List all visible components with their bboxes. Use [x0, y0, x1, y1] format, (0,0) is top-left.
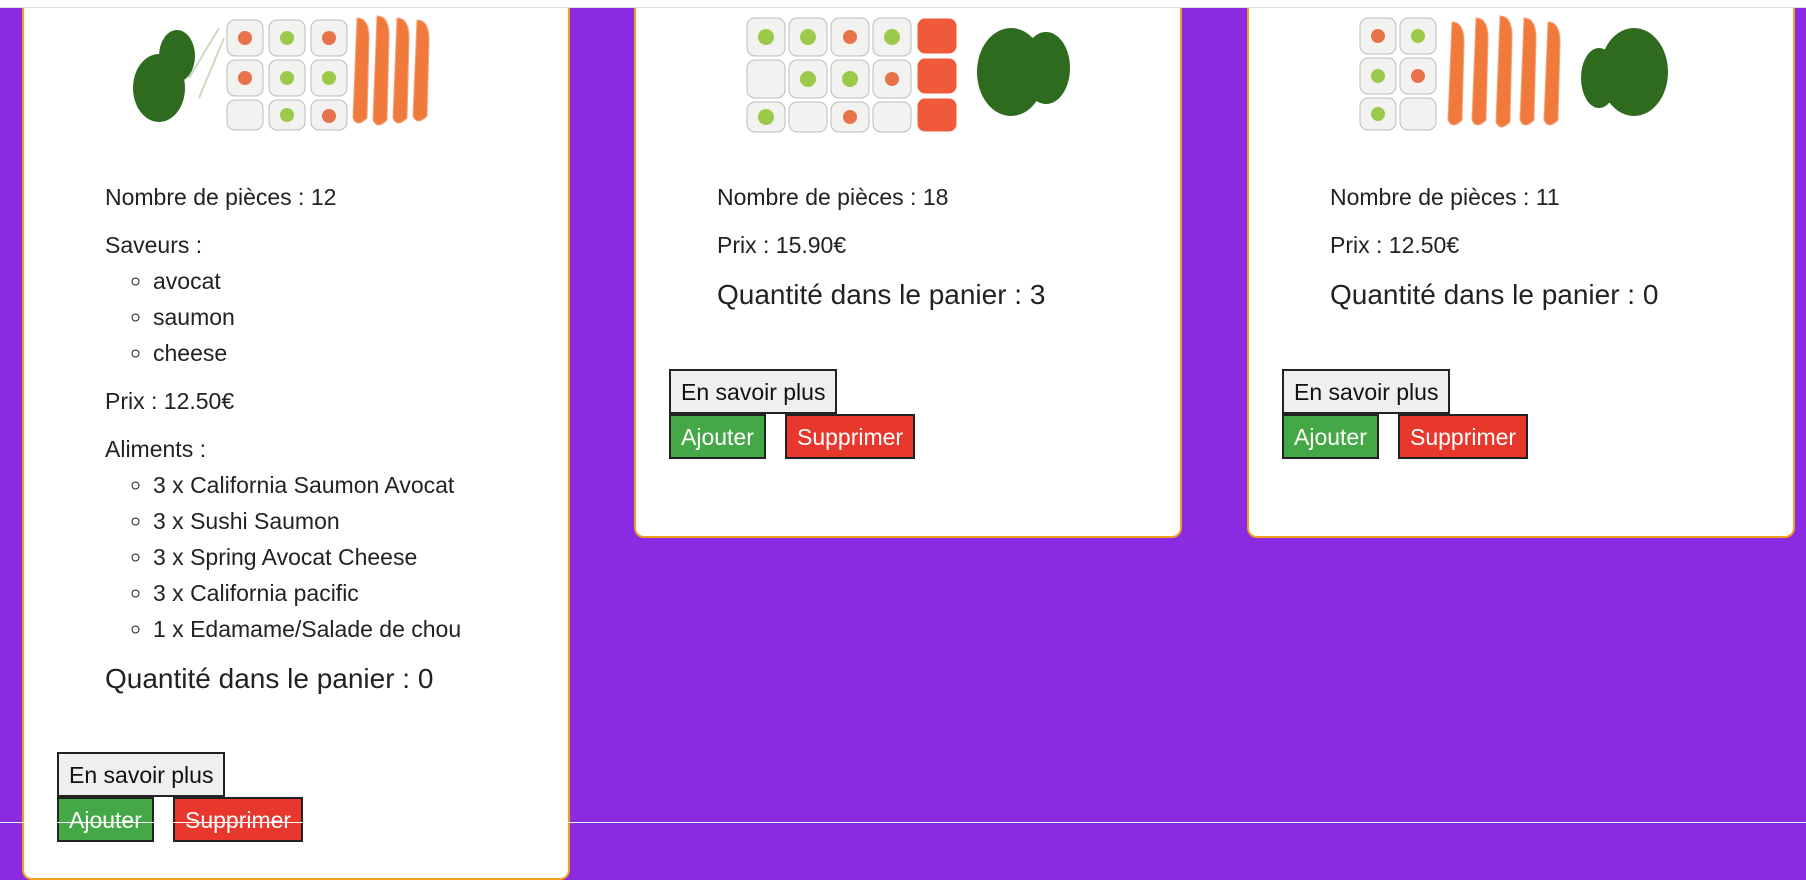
sushi-platter-icon — [746, 17, 1070, 133]
product-card: Nombre de pièces : 12 Saveurs : avocat s… — [22, 0, 570, 880]
list-item: cheese — [153, 335, 461, 371]
product-card: Nombre de pièces : 18 Prix : 15.90€ Quan… — [634, 0, 1182, 538]
foods-label: Aliments : — [105, 436, 206, 462]
more-info-button[interactable]: En savoir plus — [669, 369, 838, 414]
list-item: 3 x Spring Avocat Cheese — [153, 539, 461, 575]
foods-list: 3 x California Saumon Avocat 3 x Sushi S… — [105, 467, 461, 647]
delete-button[interactable]: Supprimer — [1398, 414, 1529, 459]
cart-quantity: Quantité dans le panier : 0 — [105, 663, 434, 694]
price: Prix : 15.90€ — [717, 232, 847, 258]
delete-button[interactable]: Supprimer — [785, 414, 916, 459]
top-edge — [0, 0, 1806, 8]
product-details: Nombre de pièces : 12 Saveurs : avocat s… — [105, 179, 461, 699]
more-info-button[interactable]: En savoir plus — [1282, 369, 1451, 414]
pieces-count: Nombre de pièces : 11 — [1330, 184, 1560, 210]
list-item: 3 x Sushi Saumon — [153, 503, 461, 539]
add-button[interactable]: Ajouter — [57, 797, 154, 842]
price: Prix : 12.50€ — [105, 388, 235, 414]
add-button[interactable]: Ajouter — [1282, 414, 1379, 459]
list-item: 1 x Edamame/Salade de chou — [153, 611, 461, 647]
product-details: Nombre de pièces : 18 Prix : 15.90€ Quan… — [717, 179, 1045, 315]
flavors-list: avocat saumon cheese — [105, 263, 461, 371]
list-item: saumon — [153, 299, 461, 335]
pieces-count: Nombre de pièces : 18 — [717, 184, 949, 210]
list-item: 3 x California Saumon Avocat — [153, 467, 461, 503]
add-button[interactable]: Ajouter — [669, 414, 766, 459]
product-card: Nombre de pièces : 11 Prix : 12.50€ Quan… — [1247, 0, 1795, 538]
sushi-platter-icon — [1359, 15, 1668, 131]
product-details: Nombre de pièces : 11 Prix : 12.50€ Quan… — [1330, 179, 1658, 315]
list-item: 3 x California pacific — [153, 575, 461, 611]
price: Prix : 12.50€ — [1330, 232, 1460, 258]
flavors-label: Saveurs : — [105, 232, 203, 258]
cart-quantity: Quantité dans le panier : 3 — [717, 279, 1046, 310]
pieces-count: Nombre de pièces : 12 — [105, 184, 337, 210]
list-item: avocat — [153, 263, 461, 299]
cart-quantity: Quantité dans le panier : 0 — [1330, 279, 1659, 310]
delete-button[interactable]: Supprimer — [173, 797, 304, 842]
sushi-platter-icon — [133, 15, 430, 131]
more-info-button[interactable]: En savoir plus — [57, 752, 226, 797]
